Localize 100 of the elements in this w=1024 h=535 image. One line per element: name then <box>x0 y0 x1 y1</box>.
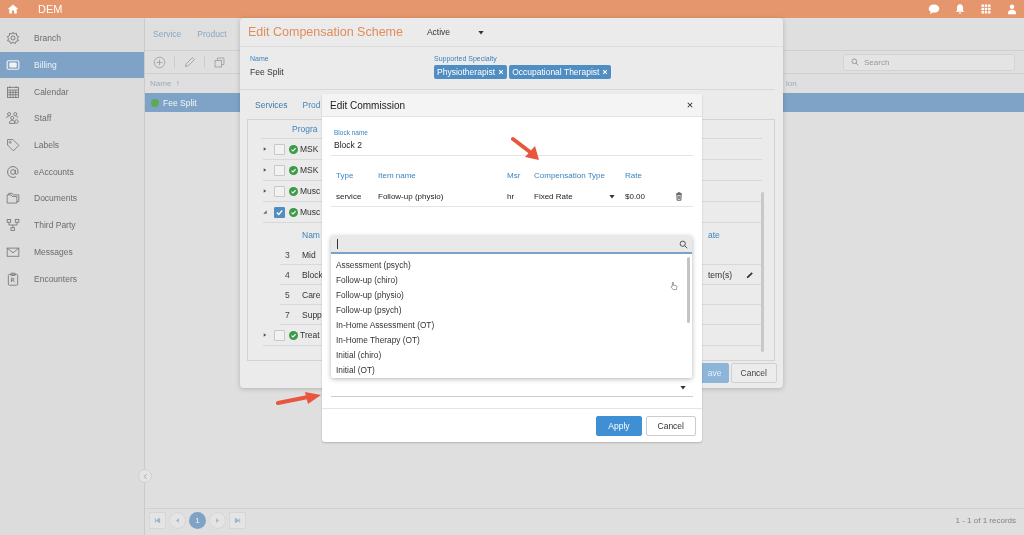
sidebar-item[interactable]: Messages <box>0 238 144 266</box>
checkbox[interactable] <box>274 143 285 155</box>
tab[interactable]: Services <box>255 100 288 117</box>
sidebar-item[interactable]: Calendar <box>0 78 144 106</box>
dropdown-option[interactable]: Assessment (psych) <box>336 257 692 273</box>
dropdown-option[interactable]: Initial (OT) <box>336 362 692 378</box>
app-title: DEM <box>38 3 63 15</box>
row-number: 7 <box>285 309 290 320</box>
dropdown-option[interactable]: Follow-up (physio) <box>336 287 692 303</box>
close-icon[interactable] <box>687 102 693 108</box>
column-header: Msr <box>507 170 522 180</box>
checkbox[interactable] <box>274 329 285 341</box>
collapse-sidebar-button[interactable] <box>138 469 152 483</box>
copy-icon[interactable] <box>213 55 226 69</box>
compensation-type-dropdown[interactable]: Fixed Rate <box>534 191 625 201</box>
sidebar-item[interactable]: Documents <box>0 185 144 212</box>
scrollbar[interactable] <box>761 192 764 352</box>
dropdown-option[interactable]: In-Home Assessment (OT) <box>336 317 692 333</box>
grid-icon[interactable] <box>980 3 992 15</box>
search-field[interactable]: Search <box>843 53 1015 71</box>
envelope-icon <box>6 244 20 259</box>
page-button[interactable]: 1 <box>189 511 206 529</box>
specialty-tag: Physiotherapist <box>434 65 508 79</box>
pencil-icon[interactable] <box>746 270 754 279</box>
annotation-arrow <box>511 136 541 162</box>
expand-icon[interactable] <box>263 333 267 337</box>
row-number: 3 <box>285 249 290 260</box>
dialog-title: Edit Compensation Scheme <box>248 25 403 39</box>
cancel-button[interactable]: Cancel <box>730 363 777 383</box>
expand-icon[interactable] <box>263 168 267 172</box>
tab[interactable]: Prod <box>302 100 321 117</box>
sidebar-item[interactable]: Billing <box>0 51 144 79</box>
column-header: ate <box>708 230 720 240</box>
table-cell-text: Follow-up (physio) <box>378 191 445 201</box>
row-number: 5 <box>285 289 290 300</box>
scrollbar[interactable] <box>687 257 690 324</box>
program-name: Musc <box>300 186 321 196</box>
calendar-icon <box>6 84 20 99</box>
annotation-arrow <box>276 391 322 407</box>
table-cell: Mid <box>302 249 316 260</box>
table-cell-text: service <box>336 191 363 201</box>
program-name: MSK <box>300 165 319 175</box>
sidebar-item[interactable]: Labels <box>0 131 144 159</box>
table-cell-text: $0.00 <box>625 191 647 201</box>
right-triangle-icon <box>214 516 221 524</box>
last-page-button[interactable] <box>229 511 246 529</box>
checkbox[interactable] <box>274 185 285 197</box>
row-number: 4 <box>285 269 290 280</box>
sidebar-item[interactable]: Branch <box>0 25 144 52</box>
cancel-button[interactable]: Cancel <box>645 415 696 436</box>
program-name: Treat <box>300 330 320 340</box>
checkbox[interactable] <box>274 206 285 218</box>
caret-icon <box>478 29 485 35</box>
status-dropdown[interactable]: Active <box>420 24 491 40</box>
add-icon[interactable] <box>153 55 166 69</box>
home-icon[interactable] <box>7 3 19 15</box>
remove-icon[interactable] <box>498 69 505 75</box>
dropdown-option[interactable]: In-Home Therapy (OT) <box>336 332 692 348</box>
first-page-button[interactable] <box>149 511 166 529</box>
column-header: Item name <box>378 170 417 180</box>
name-field[interactable]: Fee Split <box>250 65 434 77</box>
column-header: Type <box>336 170 355 180</box>
dropdown-option[interactable]: Follow-up (psych) <box>336 302 692 318</box>
user-icon[interactable] <box>1006 3 1018 15</box>
table-cell: tem(s) <box>708 269 733 280</box>
dialog-title: Edit Commission <box>330 99 406 111</box>
dropdown-option[interactable]: Initial (chiro) <box>336 347 692 363</box>
hand-cursor-icon <box>670 281 678 291</box>
expand-icon[interactable] <box>263 189 267 193</box>
sidebar-item[interactable]: Third Party <box>0 211 144 239</box>
next-page-button[interactable] <box>209 511 226 529</box>
column-header: Rate <box>625 170 643 180</box>
table-cell: Care <box>302 289 321 300</box>
clipboard-icon <box>6 271 20 286</box>
apply-button[interactable]: Apply <box>596 415 642 436</box>
card-icon <box>6 58 20 73</box>
search-icon <box>851 57 859 66</box>
previous-page-button[interactable] <box>169 511 186 529</box>
column-header: Compensation Type <box>534 170 606 180</box>
first-page-icon <box>154 516 161 524</box>
sidebar-item[interactable]: eAccounts <box>0 158 144 186</box>
caret-icon <box>609 193 615 199</box>
at-sign-icon <box>6 164 20 179</box>
trash-icon[interactable] <box>675 191 683 201</box>
sidebar-item[interactable]: Encounters <box>0 265 144 292</box>
collapse-icon[interactable] <box>263 210 267 214</box>
search-icon <box>679 239 688 249</box>
checkbox[interactable] <box>274 164 285 176</box>
column-header: Nam <box>302 230 320 240</box>
caret-icon <box>680 384 686 390</box>
specialty-tag: Occupational Therapist <box>509 65 612 79</box>
expand-icon[interactable] <box>263 147 267 151</box>
remove-icon[interactable] <box>602 69 609 75</box>
bell-icon[interactable] <box>954 3 966 15</box>
chat-icon[interactable] <box>928 3 940 15</box>
folder-icon <box>6 191 20 206</box>
dropdown-option[interactable]: Follow-up (chiro) <box>336 272 692 288</box>
dropdown-search-field[interactable] <box>331 236 692 255</box>
program-name: MSK <box>300 144 319 154</box>
sidebar-item[interactable]: Staff <box>0 105 144 132</box>
